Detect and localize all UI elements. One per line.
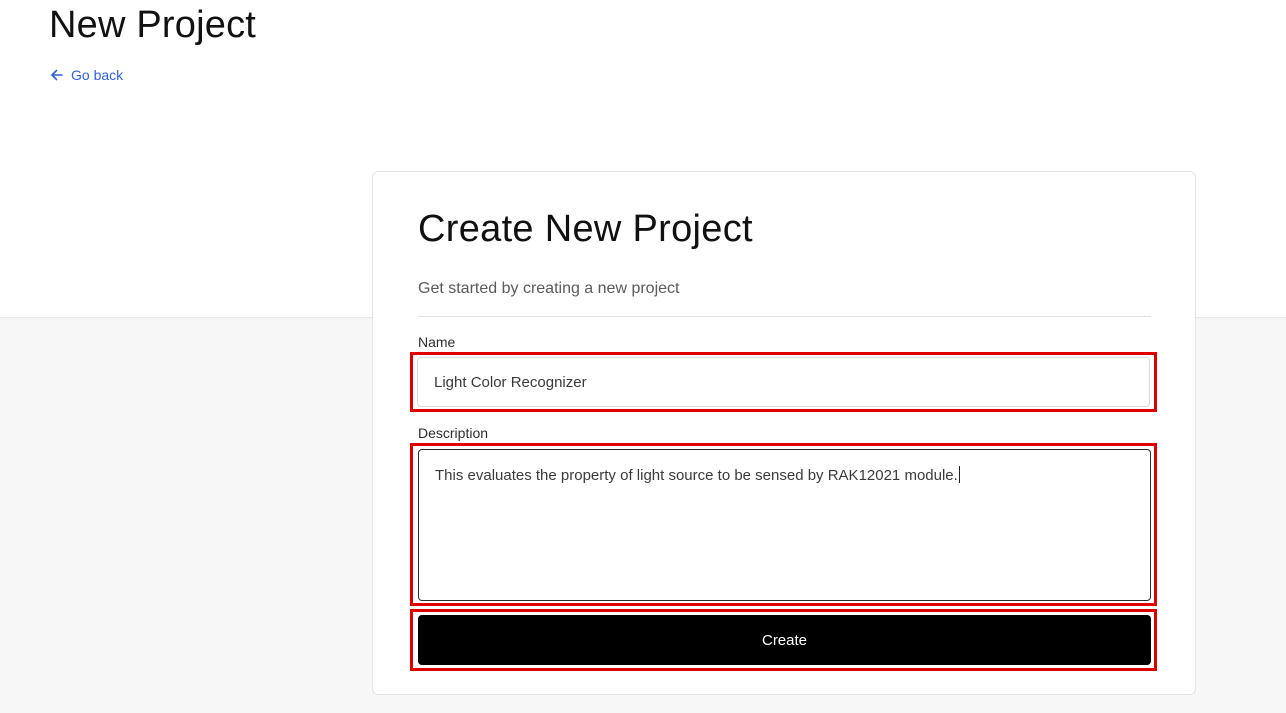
create-project-card: Create New Project Get started by creati… xyxy=(372,171,1196,695)
create-button[interactable]: Create xyxy=(418,615,1151,665)
arrow-left-icon xyxy=(50,68,64,82)
page-title: New Project xyxy=(49,4,257,46)
description-textarea[interactable]: This evaluates the property of light sou… xyxy=(418,449,1151,601)
divider xyxy=(418,316,1151,317)
text-caret xyxy=(958,466,960,483)
card-subtitle: Get started by creating a new project xyxy=(418,280,680,297)
name-label: Name xyxy=(418,334,456,350)
name-input-value: Light Color Recognizer xyxy=(434,373,587,391)
go-back-link[interactable]: Go back xyxy=(50,66,123,84)
go-back-label: Go back xyxy=(71,67,124,83)
description-label: Description xyxy=(418,425,489,441)
description-value: This evaluates the property of light sou… xyxy=(435,467,958,484)
name-input[interactable]: Light Color Recognizer xyxy=(417,357,1150,407)
card-title: Create New Project xyxy=(418,208,753,250)
create-button-label: Create xyxy=(761,631,808,649)
